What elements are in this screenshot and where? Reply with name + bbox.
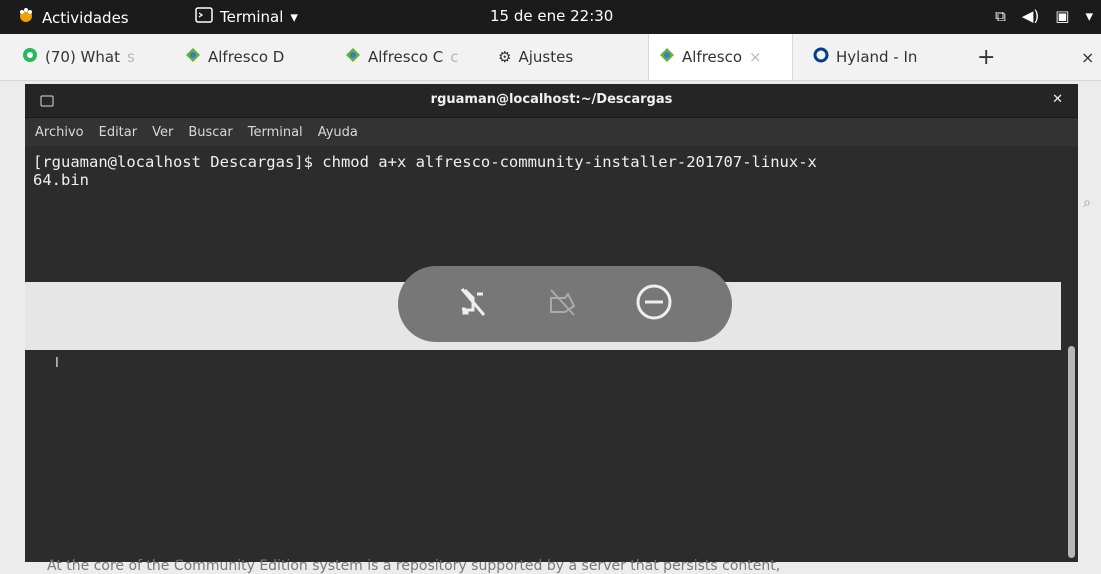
terminal-close-icon[interactable]: ✕ bbox=[1052, 92, 1063, 107]
tab-label: Ajustes bbox=[518, 48, 574, 66]
alfresco-icon bbox=[185, 47, 201, 67]
gnome-foot-icon bbox=[18, 7, 35, 28]
terminal-window[interactable]: rguaman@localhost:~/Descargas ✕ Archivo … bbox=[25, 84, 1078, 562]
tab-label-faded: s bbox=[126, 48, 135, 66]
settings-icon: ⚙ bbox=[498, 48, 512, 66]
activities-label: Actividades bbox=[42, 8, 129, 27]
menu-ver[interactable]: Ver bbox=[152, 125, 173, 140]
terminal-output[interactable]: [rguaman@localhost Descargas]$ chmod a+x… bbox=[25, 146, 1078, 189]
menu-buscar[interactable]: Buscar bbox=[188, 125, 232, 140]
terminal-titlebar: rguaman@localhost:~/Descargas ✕ bbox=[25, 84, 1078, 118]
system-top-bar: Actividades Terminal ▾ 15 de ene 22:30 ⧉… bbox=[0, 0, 1101, 34]
terminal-app-menu[interactable]: Terminal ▾ bbox=[195, 7, 298, 27]
tab-alfresco-1[interactable]: Alfresco D bbox=[185, 34, 284, 80]
terminal-icon bbox=[195, 7, 213, 27]
activities-button[interactable]: Actividades bbox=[18, 7, 129, 28]
alfresco-icon bbox=[659, 47, 675, 67]
terminal-menubar: Archivo Editar Ver Buscar Terminal Ayuda bbox=[25, 118, 1078, 146]
tab-alfresco-2[interactable]: Alfresco C c bbox=[345, 34, 459, 80]
tab-label: Alfresco bbox=[682, 48, 743, 66]
camera-off-icon[interactable] bbox=[544, 284, 580, 324]
tab-label: (70) What bbox=[45, 48, 120, 66]
system-tray[interactable]: ⧉ ◀) ▣ ▾ bbox=[995, 7, 1093, 25]
menu-terminal[interactable]: Terminal bbox=[248, 125, 303, 140]
tab-settings[interactable]: ⚙ Ajustes bbox=[498, 34, 573, 80]
chevron-down-icon[interactable]: ▾ bbox=[1085, 7, 1093, 25]
tab-alfresco-active[interactable]: Alfresco × bbox=[648, 34, 793, 80]
terminal-app-label: Terminal bbox=[220, 8, 284, 26]
tab-label: Alfresco D bbox=[208, 48, 285, 66]
mute-mic-icon[interactable] bbox=[455, 284, 491, 324]
network-icon[interactable]: ⧉ bbox=[995, 7, 1006, 25]
terminal-scrollbar[interactable] bbox=[1068, 346, 1075, 558]
tab-close-icon[interactable]: × bbox=[749, 48, 762, 66]
browser-close-icon[interactable]: × bbox=[1081, 34, 1094, 80]
menu-archivo[interactable]: Archivo bbox=[35, 125, 84, 140]
battery-icon[interactable]: ▣ bbox=[1055, 7, 1069, 25]
whatsapp-icon bbox=[22, 47, 38, 67]
terminal-title: rguaman@localhost:~/Descargas bbox=[430, 92, 673, 107]
volume-icon[interactable]: ◀) bbox=[1022, 7, 1039, 25]
tab-whatsapp[interactable]: (70) What s bbox=[22, 34, 135, 80]
media-control-overlay bbox=[398, 266, 732, 342]
search-icon[interactable]: ⌕ bbox=[1083, 195, 1091, 211]
browser-tab-bar: (70) What s Alfresco D Alfresco C c ⚙ Ajus… bbox=[0, 34, 1101, 81]
new-tab-button[interactable]: + bbox=[977, 34, 995, 80]
tab-hyland[interactable]: Hyland - In bbox=[813, 34, 917, 80]
clock[interactable]: 15 de ene 22:30 bbox=[490, 7, 613, 25]
chevron-down-icon: ▾ bbox=[290, 8, 298, 26]
text-cursor-icon: I bbox=[55, 356, 59, 371]
hyland-icon bbox=[813, 47, 829, 67]
tab-label-faded: c bbox=[450, 48, 459, 66]
tab-label: Alfresco C bbox=[368, 48, 444, 66]
menu-editar[interactable]: Editar bbox=[99, 125, 138, 140]
menu-ayuda[interactable]: Ayuda bbox=[318, 125, 358, 140]
alfresco-icon bbox=[345, 47, 361, 67]
tab-label: Hyland - In bbox=[836, 48, 918, 66]
remove-circle-icon[interactable] bbox=[633, 281, 675, 327]
